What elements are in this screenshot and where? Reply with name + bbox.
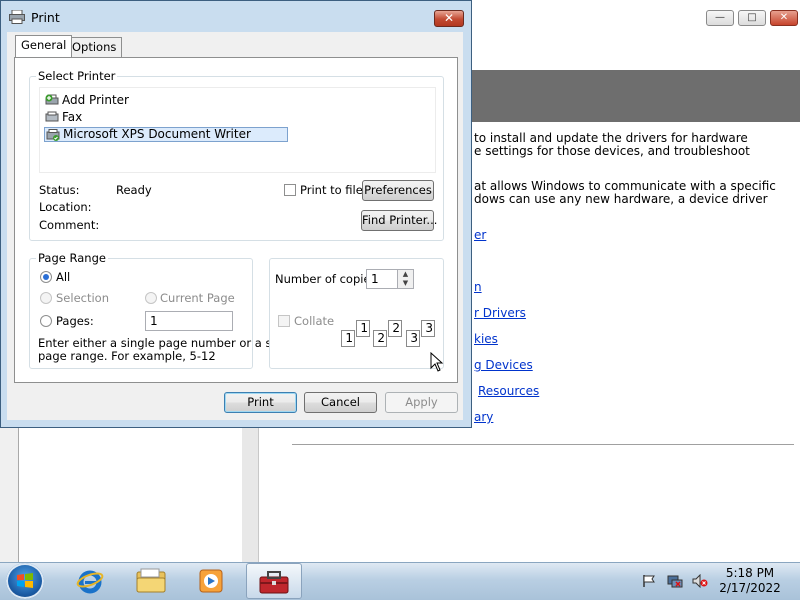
- page-range-group-title: Page Range: [36, 251, 108, 265]
- add-printer-icon: [45, 94, 59, 105]
- printer-item-xps-writer[interactable]: Microsoft XPS Document Writer: [44, 127, 288, 142]
- pages-input[interactable]: 1: [145, 311, 233, 331]
- page-range-hint: page range. For example, 5-12: [38, 349, 216, 363]
- system-clock[interactable]: 5:18 PM 2/17/2022: [716, 566, 784, 596]
- find-printer-button[interactable]: Find Printer...: [361, 210, 437, 231]
- tab-options[interactable]: Options: [66, 37, 123, 57]
- close-button[interactable]: ✕: [770, 10, 798, 26]
- printer-item-label: Fax: [62, 110, 83, 124]
- printer-list[interactable]: Add Printer Fax Microsoft XPS Document W…: [39, 87, 436, 173]
- print-to-file-label: Print to file: [300, 183, 363, 197]
- page-range-pages-radio[interactable]: [40, 315, 52, 327]
- volume-muted-icon[interactable]: [692, 574, 708, 588]
- page-range-pages-label: Pages:: [56, 314, 94, 328]
- page-range-current-page-radio[interactable]: [145, 292, 157, 304]
- internet-explorer-icon: [76, 570, 104, 594]
- cancel-button[interactable]: Cancel: [304, 392, 377, 413]
- apply-button[interactable]: Apply: [385, 392, 458, 413]
- print-to-file-checkbox[interactable]: [284, 184, 296, 196]
- help-link[interactable]: er: [474, 228, 486, 242]
- mouse-cursor-icon: [430, 352, 444, 372]
- taskbar-file-explorer[interactable]: [123, 563, 179, 599]
- copies-input[interactable]: 1: [366, 269, 398, 289]
- toolbox-icon: [259, 571, 289, 594]
- help-link[interactable]: r Drivers: [474, 306, 526, 320]
- taskbar-internet-explorer[interactable]: [62, 563, 118, 599]
- taskbar-toolbox-app[interactable]: [246, 563, 302, 599]
- location-label: Location:: [39, 200, 92, 214]
- clock-time: 5:18 PM: [725, 566, 775, 580]
- select-printer-group-title: Select Printer: [36, 69, 118, 83]
- collate-page-icon: 2: [373, 330, 387, 347]
- network-icon[interactable]: [667, 574, 683, 588]
- windows-logo-icon: [17, 573, 33, 588]
- action-center-flag-icon[interactable]: [641, 574, 657, 588]
- tab-general[interactable]: General: [15, 35, 73, 57]
- spin-down-icon[interactable]: ▼: [398, 279, 413, 288]
- help-navigation-pane: [18, 428, 244, 562]
- file-explorer-icon: [136, 568, 166, 593]
- page-range-current-page-label: Current Page: [160, 291, 235, 305]
- page-range-selection-label: Selection: [56, 291, 109, 305]
- collate-page-icon: 2: [388, 320, 402, 337]
- printer-item-label: Microsoft XPS Document Writer: [63, 127, 251, 141]
- preferences-button[interactable]: Preferences: [362, 180, 434, 201]
- dialog-title: Print: [31, 10, 60, 25]
- help-link[interactable]: kies: [474, 332, 498, 346]
- media-player-icon: [199, 569, 223, 593]
- clock-date: 2/17/2022: [719, 581, 781, 595]
- maximize-button[interactable]: □: [738, 10, 766, 26]
- status-value: Ready: [116, 183, 152, 197]
- fax-icon: [45, 111, 59, 122]
- help-link[interactable]: n: [474, 280, 482, 294]
- printer-icon: [9, 10, 25, 24]
- collate-page-icon: 3: [406, 330, 420, 347]
- help-header-banner: [470, 70, 800, 122]
- print-button[interactable]: Print: [224, 392, 297, 413]
- pane-splitter[interactable]: [242, 428, 259, 562]
- divider: [292, 444, 794, 445]
- status-label: Status:: [39, 183, 80, 197]
- comment-label: Comment:: [39, 218, 100, 232]
- number-of-copies-label: Number of copies:: [275, 272, 381, 286]
- taskbar-media-player[interactable]: [183, 563, 239, 599]
- printer-icon: [46, 129, 60, 141]
- collate-checkbox[interactable]: [278, 315, 290, 327]
- page-range-all-label: All: [56, 270, 71, 284]
- copies-spinner[interactable]: ▲ ▼: [397, 269, 414, 289]
- help-paragraph-line: dows can use any new hardware, a device …: [474, 192, 768, 206]
- page-range-selection-radio[interactable]: [40, 292, 52, 304]
- window-frame: [0, 428, 18, 562]
- help-paragraph-line: e settings for those devices, and troubl…: [474, 144, 750, 158]
- printer-item-add-printer[interactable]: Add Printer: [44, 93, 129, 108]
- collate-page-icon: 1: [356, 320, 370, 337]
- help-link[interactable]: ary: [474, 410, 493, 424]
- collate-label: Collate: [294, 314, 335, 328]
- start-button[interactable]: [6, 563, 44, 599]
- help-link[interactable]: Resources: [478, 384, 539, 398]
- page-range-all-radio[interactable]: [40, 271, 52, 283]
- page-range-hint: Enter either a single page number or a s…: [38, 336, 300, 350]
- minimize-button[interactable]: —: [706, 10, 734, 26]
- spin-up-icon[interactable]: ▲: [398, 270, 413, 279]
- printer-item-fax[interactable]: Fax: [44, 110, 82, 125]
- dialog-close-button[interactable]: ✕: [434, 10, 464, 27]
- printer-item-label: Add Printer: [62, 93, 129, 107]
- collate-page-icon: 3: [421, 320, 435, 337]
- help-link[interactable]: g Devices: [474, 358, 533, 372]
- collate-page-icon: 1: [341, 330, 355, 347]
